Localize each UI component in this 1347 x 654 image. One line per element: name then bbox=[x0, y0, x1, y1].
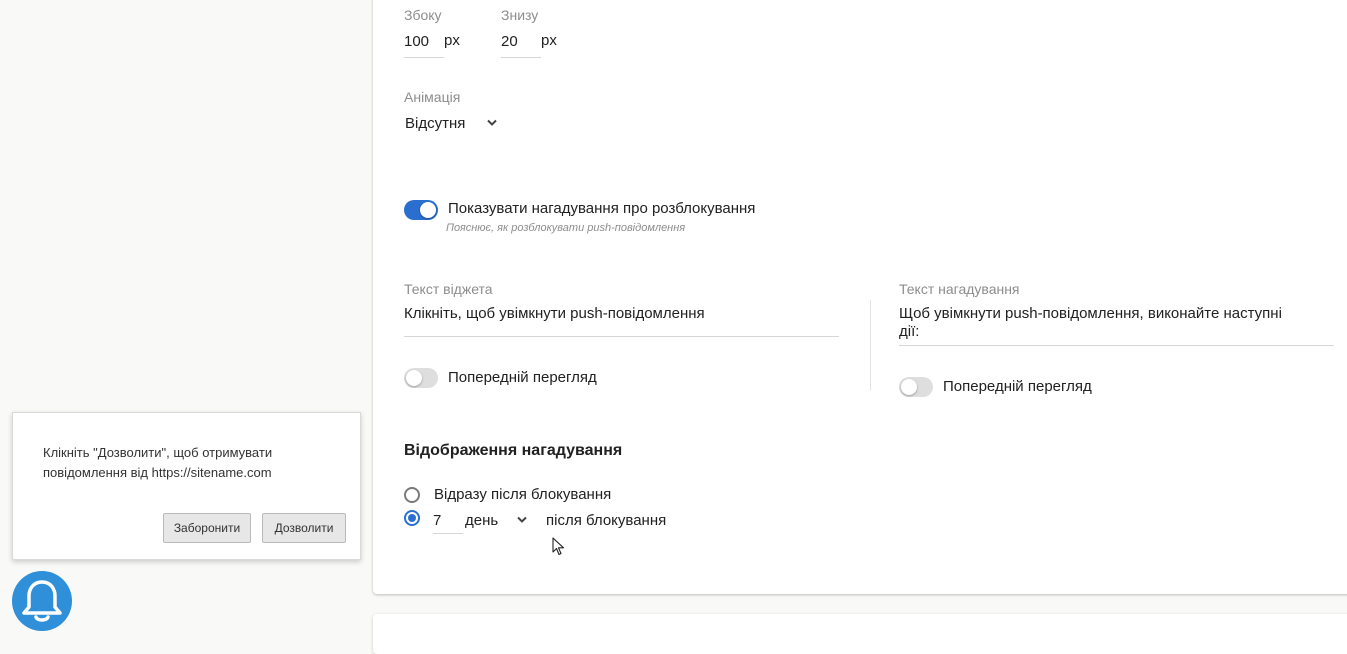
deny-button[interactable]: Заборонити bbox=[163, 513, 251, 543]
side-offset-input[interactable]: 100 bbox=[404, 33, 444, 58]
bottom-offset-input[interactable]: 20 bbox=[501, 33, 541, 58]
radio-immediately[interactable] bbox=[404, 487, 420, 503]
reminder-toggle-label: Показувати нагадування про розблокування bbox=[448, 200, 756, 217]
delay-unit-value: день bbox=[465, 512, 499, 529]
side-offset-unit: px bbox=[444, 32, 460, 49]
reminder-toggle-hint: Пояснює, як розблокувати push-повідомлен… bbox=[446, 222, 686, 234]
animation-select-value: Відсутня bbox=[405, 115, 466, 132]
bottom-offset-label: Знизу bbox=[501, 7, 539, 23]
column-divider bbox=[870, 300, 871, 390]
reminder-text-line1: Щоб увімкнути push-повідомлення, виконай… bbox=[899, 305, 1282, 322]
reminder-text-input[interactable]: Щоб увімкнути push-повідомлення, виконай… bbox=[899, 305, 1334, 346]
chevron-down-icon bbox=[516, 516, 528, 524]
chevron-down-icon bbox=[486, 119, 498, 127]
radio-delay[interactable] bbox=[404, 510, 420, 526]
animation-label: Анімація bbox=[404, 89, 461, 105]
reminder-preview-label: Попередній перегляд bbox=[943, 378, 1092, 395]
permission-popup-message: Клікніть "Дозволити", щоб отримувати пов… bbox=[43, 445, 273, 480]
widget-preview-toggle[interactable] bbox=[404, 368, 438, 388]
after-blocking-label: після блокування bbox=[546, 512, 667, 529]
delay-value-input[interactable]: 7 bbox=[433, 512, 463, 534]
animation-select[interactable]: Відсутня bbox=[404, 115, 504, 137]
cursor-icon bbox=[552, 537, 566, 562]
bell-widget[interactable] bbox=[12, 571, 72, 631]
radio-immediately-label: Відразу після блокування bbox=[434, 486, 612, 503]
reminder-text-line2: дії: bbox=[899, 323, 920, 340]
allow-button[interactable]: Дозволити bbox=[262, 513, 346, 543]
side-offset-label: Збоку bbox=[404, 7, 442, 23]
bell-icon bbox=[12, 571, 72, 636]
reminder-toggle[interactable] bbox=[404, 200, 438, 220]
bottom-offset-unit: px bbox=[541, 32, 557, 49]
reminder-preview-toggle[interactable] bbox=[899, 377, 933, 397]
widget-text-label: Текст віджета bbox=[404, 281, 493, 297]
widget-text-input[interactable]: Клікніть, щоб увімкнути push-повідомленн… bbox=[404, 305, 839, 337]
display-heading: Відображення нагадування bbox=[404, 442, 623, 459]
permission-popup: Клікніть "Дозволити", щоб отримувати пов… bbox=[12, 412, 361, 560]
settings-card bbox=[373, 0, 1347, 594]
reminder-text-label: Текст нагадування bbox=[899, 281, 1020, 297]
next-settings-card bbox=[373, 614, 1347, 654]
delay-unit-select[interactable]: день bbox=[465, 512, 533, 532]
widget-preview-label: Попередній перегляд bbox=[448, 369, 597, 386]
